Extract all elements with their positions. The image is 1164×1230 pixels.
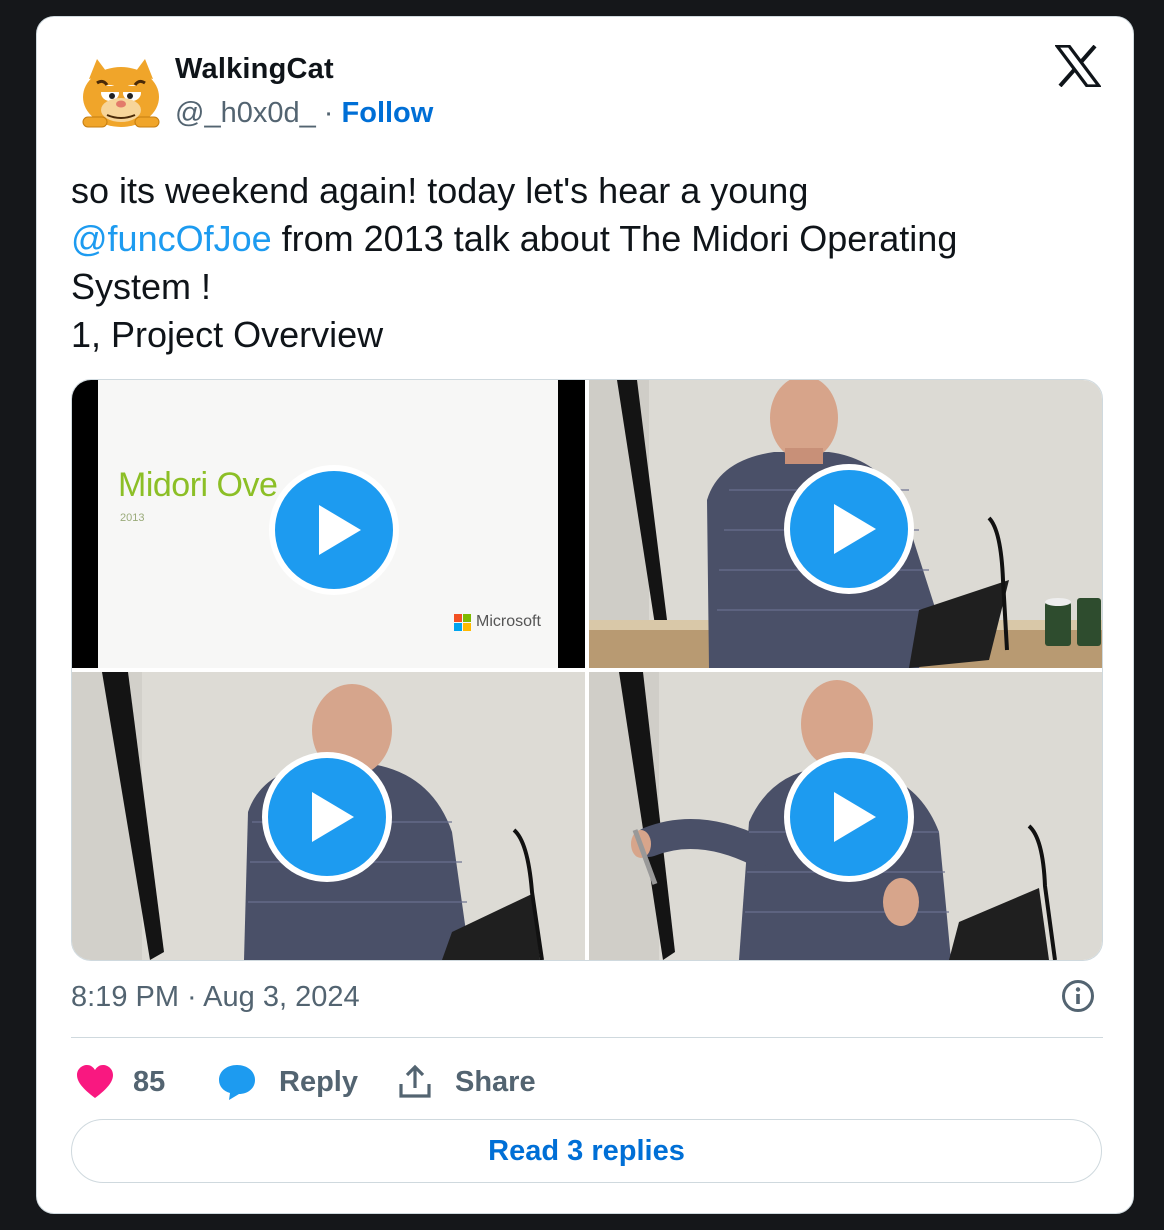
like-count: 85 [133, 1065, 166, 1098]
reply-bubble-icon [219, 1065, 255, 1100]
video-thumbnail-speaker[interactable] [72, 672, 585, 960]
tweet-timestamp[interactable]: 8:19 PM · Aug 3, 2024 [71, 981, 360, 1014]
author-meta: @_h0x0d_ · Follow [175, 97, 433, 130]
share-button[interactable]: Share [397, 1057, 536, 1107]
tweet-card: WalkingCat @_h0x0d_ · Follow so its week… [36, 16, 1134, 1214]
microsoft-logo: Microsoft [454, 613, 541, 631]
play-button[interactable] [269, 465, 399, 595]
avatar[interactable] [77, 53, 165, 131]
author-handle[interactable]: @_h0x0d_ [175, 97, 316, 129]
video-thumbnail-speaker[interactable] [589, 672, 1102, 960]
share-label: Share [455, 1065, 536, 1098]
video-thumbnail-speaker[interactable] [589, 380, 1102, 668]
read-replies-button[interactable]: Read 3 replies [71, 1119, 1102, 1183]
slide-title: Midori Ove [118, 466, 278, 504]
microsoft-logo-icon [454, 613, 471, 631]
microsoft-logo-text: Microsoft [476, 613, 541, 630]
slide-year: 2013 [120, 512, 145, 524]
action-bar: 85 Reply Share [75, 1057, 1095, 1107]
play-icon [834, 504, 876, 554]
play-icon [312, 792, 354, 842]
tweet-text-line2: System ! [71, 266, 212, 307]
reply-button[interactable]: Reply [217, 1057, 358, 1107]
play-icon [319, 505, 361, 555]
tweet-text-intro: so its weekend again! today let's hear a… [71, 170, 809, 211]
play-icon [834, 792, 876, 842]
follow-button[interactable]: Follow [342, 97, 434, 129]
x-logo-icon[interactable] [1053, 44, 1103, 88]
separator: · [323, 97, 334, 129]
author-name[interactable]: WalkingCat [175, 53, 334, 86]
video-thumbnail-slide[interactable]: Midori Ove 2013 Microsoft [72, 380, 585, 668]
tweet-text: so its weekend again! today let's hear a… [71, 167, 1081, 359]
like-button[interactable]: 85 [75, 1057, 165, 1107]
heart-icon [77, 1065, 113, 1098]
divider [71, 1037, 1103, 1038]
mention-link[interactable]: @funcOfJoe [71, 218, 272, 259]
reply-label: Reply [279, 1065, 358, 1098]
share-icon [399, 1064, 431, 1098]
play-button[interactable] [262, 752, 392, 882]
tweet-text-line3: 1, Project Overview [71, 314, 384, 355]
info-icon[interactable] [1061, 979, 1095, 1013]
tweet-text-line1: from 2013 talk about The Midori Operatin… [271, 218, 958, 259]
media-grid: Midori Ove 2013 Microsoft [71, 379, 1103, 961]
play-button[interactable] [784, 464, 914, 594]
play-button[interactable] [784, 752, 914, 882]
